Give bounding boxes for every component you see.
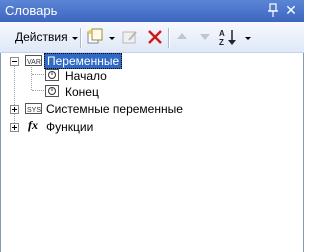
expand-icon[interactable] xyxy=(10,123,19,132)
pin-icon[interactable] xyxy=(266,3,280,19)
new-item-icon[interactable] xyxy=(86,28,104,46)
chevron-down-icon[interactable] xyxy=(109,37,115,40)
title-bar: Словарь ✕ xyxy=(0,0,304,22)
timer-icon xyxy=(45,69,60,85)
tree-item-label[interactable]: Конец xyxy=(65,85,99,99)
delete-icon[interactable] xyxy=(146,28,164,46)
collapse-icon[interactable] xyxy=(10,57,19,66)
tree-item-label[interactable]: Функции xyxy=(46,120,93,134)
expand-icon[interactable] xyxy=(10,105,19,114)
svg-text:A: A xyxy=(219,29,225,38)
function-icon: fx xyxy=(28,118,38,132)
toolbar: Действия A Z xyxy=(0,22,304,53)
tree-item-label[interactable]: Системные переменные xyxy=(46,102,183,116)
timer-icon xyxy=(45,85,60,101)
close-icon[interactable]: ✕ xyxy=(283,2,299,18)
svg-text:VAR: VAR xyxy=(27,59,41,66)
svg-text:SYS: SYS xyxy=(27,107,41,114)
chevron-down-icon[interactable] xyxy=(245,37,251,40)
tree-item-system-variables[interactable]: SYS Системные переменные xyxy=(1,101,305,117)
tree-item-start[interactable]: Начало xyxy=(1,68,305,84)
dictionary-panel: Словарь ✕ Действия A Z VAR Переменные На… xyxy=(0,0,304,252)
edit-icon[interactable] xyxy=(121,28,139,46)
sort-az-icon[interactable]: A Z xyxy=(218,28,238,47)
system-variables-icon: SYS xyxy=(25,102,43,118)
dictionary-tree: VAR Переменные Начало Конец SYS Системны… xyxy=(0,53,304,252)
tree-item-functions[interactable]: fx Функции xyxy=(1,118,305,135)
tree-item-label[interactable]: Переменные xyxy=(44,53,123,69)
toolbar-separator xyxy=(80,28,82,48)
move-down-icon[interactable] xyxy=(198,28,212,46)
tree-item-end[interactable]: Конец xyxy=(1,84,305,100)
svg-text:Z: Z xyxy=(219,38,224,46)
actions-menu-button[interactable]: Действия xyxy=(15,30,68,48)
toolbar-separator xyxy=(168,28,170,48)
tree-item-variables[interactable]: VAR Переменные xyxy=(1,53,305,69)
chevron-down-icon[interactable] xyxy=(72,37,78,40)
tree-item-label[interactable]: Начало xyxy=(65,69,107,83)
panel-title: Словарь xyxy=(5,3,58,18)
move-up-icon[interactable] xyxy=(175,28,189,46)
